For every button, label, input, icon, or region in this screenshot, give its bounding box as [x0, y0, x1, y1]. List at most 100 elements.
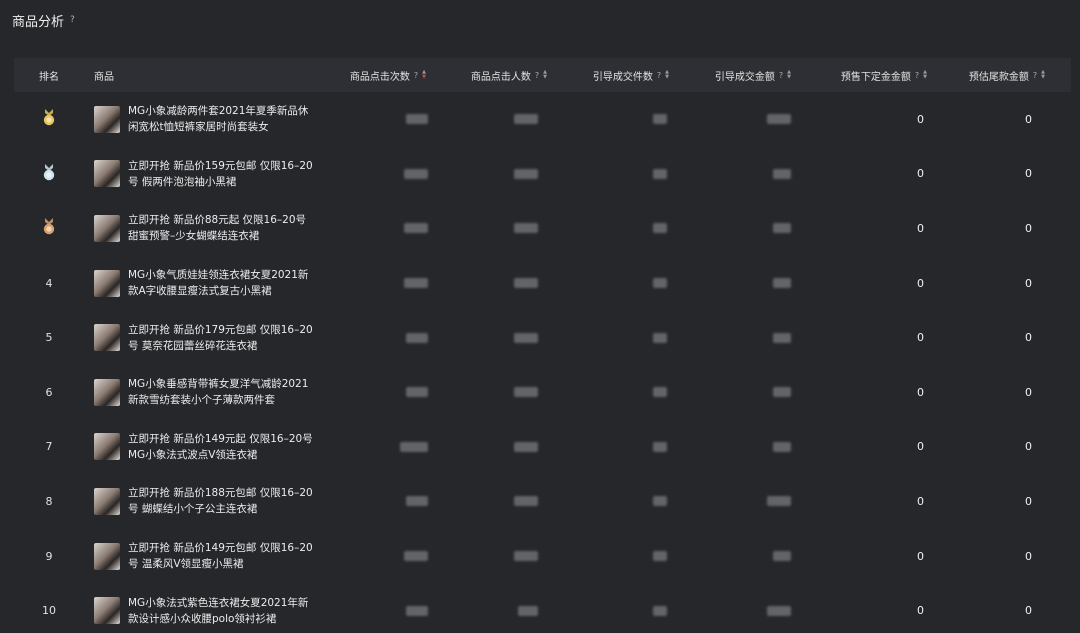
product-name[interactable]: MG小象减龄两件套2021年夏季新品休闲宽松t恤短裤家居时尚套装女 — [128, 103, 318, 135]
product-cell[interactable]: MG小象减龄两件套2021年夏季新品休闲宽松t恤短裤家居时尚套装女 — [84, 103, 322, 135]
product-cell[interactable]: MG小象气质娃娃领连衣裙女夏2021新款A字收腰显瘦法式复古小黑裙 — [84, 267, 322, 299]
blurred-value — [773, 332, 791, 343]
rank-cell: 6 — [14, 386, 84, 399]
product-name[interactable]: MG小象垂感背带裤女夏洋气减龄2021新款雪纺套装小个子薄款两件套 — [128, 376, 318, 408]
rank-cell — [14, 109, 84, 129]
product-name[interactable]: 立即开抢 新品价88元起 仅限16–20号 甜蜜预警–少女蝴蝶结连衣裙 — [128, 212, 318, 244]
col-product: 商品 — [94, 71, 114, 83]
balance-cell: 0 — [927, 604, 1057, 617]
clickers-cell — [426, 441, 547, 452]
clickers-cell — [426, 605, 547, 616]
table-row[interactable]: 5 立即开抢 新品价179元包邮 仅限16–20号 莫奈花园蕾丝碎花连衣裙 0 … — [14, 310, 1071, 365]
table-row[interactable]: 6 MG小象垂感背带裤女夏洋气减龄2021新款雪纺套装小个子薄款两件套 0 0 — [14, 365, 1071, 420]
page-header: 商品分析 ? — [12, 10, 75, 30]
table-row[interactable]: 9 立即开抢 新品价149元包邮 仅限16–20号 温柔风V领显瘦小黑裙 0 0 — [14, 529, 1071, 584]
presale-deposit-value: 0 — [917, 494, 924, 508]
product-cell[interactable]: 立即开抢 新品价179元包邮 仅限16–20号 莫奈花园蕾丝碎花连衣裙 — [84, 322, 322, 354]
gmv-cell — [669, 441, 791, 452]
blurred-value — [773, 441, 791, 452]
balance-value: 0 — [1025, 440, 1032, 454]
blurred-value — [514, 496, 538, 507]
product-thumbnail[interactable] — [94, 105, 120, 133]
table-row[interactable]: 8 立即开抢 新品价188元包邮 仅限16–20号 蝴蝶结小个子公主连衣裙 0 … — [14, 474, 1071, 529]
table-header: 排名 商品 商品点击次数 ? ▲ ▼ 商品点击人数 ? ▲ ▼ 引导成交件数 ? ▲… — [14, 58, 1071, 92]
table-row[interactable]: 4 MG小象气质娃娃领连衣裙女夏2021新款A字收腰显瘦法式复古小黑裙 0 0 — [14, 256, 1071, 311]
product-thumbnail[interactable] — [94, 433, 120, 461]
blurred-value — [404, 551, 428, 562]
col-clickers-label: 商品点击人数 — [470, 71, 531, 83]
product-name[interactable]: 立即开抢 新品价149元包邮 仅限16–20号 温柔风V领显瘦小黑裙 — [128, 540, 318, 572]
product-thumbnail[interactable] — [94, 597, 120, 625]
sort-icon[interactable]: ▲ ▼ — [1041, 70, 1045, 80]
col-orders-label: 引导成交件数 — [592, 71, 653, 83]
product-thumbnail[interactable] — [94, 160, 120, 188]
help-icon[interactable]: ? — [1033, 71, 1037, 80]
product-cell[interactable]: 立即开抢 新品价159元包邮 仅限16–20号 假两件泡泡袖小黑裙 — [84, 158, 322, 190]
table-row[interactable]: 7 立即开抢 新品价149元起 仅限16–20号 MG小象法式波点V领连衣裙 0… — [14, 420, 1071, 475]
product-cell[interactable]: 立即开抢 新品价88元起 仅限16–20号 甜蜜预警–少女蝴蝶结连衣裙 — [84, 212, 322, 244]
gmv-cell — [669, 496, 791, 507]
product-name[interactable]: 立即开抢 新品价179元包邮 仅限16–20号 莫奈花园蕾丝碎花连衣裙 — [128, 322, 318, 354]
product-name[interactable]: 立即开抢 新品价149元起 仅限16–20号 MG小象法式波点V领连衣裙 — [128, 431, 318, 463]
col-presale-deposit[interactable]: 预售下定金金额 ? ▲ ▼ — [791, 68, 927, 83]
presale-deposit-cell: 0 — [791, 167, 927, 180]
product-name[interactable]: MG小象气质娃娃领连衣裙女夏2021新款A字收腰显瘦法式复古小黑裙 — [128, 267, 318, 299]
help-icon[interactable]: ? — [779, 71, 783, 80]
gmv-cell — [669, 114, 791, 125]
clickers-cell — [426, 114, 547, 125]
blurred-value — [773, 278, 791, 289]
gmv-cell — [669, 551, 791, 562]
presale-deposit-value: 0 — [917, 331, 924, 345]
product-thumbnail[interactable] — [94, 542, 120, 570]
help-icon[interactable]: ? — [657, 71, 661, 80]
blurred-value — [653, 496, 667, 507]
col-orders[interactable]: 引导成交件数 ? ▲ ▼ — [547, 68, 669, 83]
product-name[interactable]: 立即开抢 新品价188元包邮 仅限16–20号 蝴蝶结小个子公主连衣裙 — [128, 485, 318, 517]
blurred-value — [653, 168, 667, 179]
presale-deposit-value: 0 — [917, 440, 924, 454]
blurred-value — [773, 223, 791, 234]
blurred-value — [514, 332, 538, 343]
help-icon[interactable]: ? — [70, 15, 75, 25]
blurred-value — [400, 441, 428, 452]
clicks-cell — [322, 605, 428, 616]
product-cell[interactable]: 立即开抢 新品价149元包邮 仅限16–20号 温柔风V领显瘦小黑裙 — [84, 540, 322, 572]
product-thumbnail[interactable] — [94, 487, 120, 515]
blurred-value — [653, 332, 667, 343]
help-icon[interactable]: ? — [535, 71, 539, 80]
orders-cell — [547, 496, 669, 507]
product-cell[interactable]: MG小象法式紫色连衣裙女夏2021年新款设计感小众收腰polo领衬衫裙 — [84, 595, 322, 627]
table-row[interactable]: 10 MG小象法式紫色连衣裙女夏2021年新款设计感小众收腰polo领衬衫裙 0… — [14, 583, 1071, 633]
product-name[interactable]: 立即开抢 新品价159元包邮 仅限16–20号 假两件泡泡袖小黑裙 — [128, 158, 318, 190]
presale-deposit-value: 0 — [917, 604, 924, 618]
rank-cell: 9 — [14, 550, 84, 563]
orders-cell — [547, 114, 669, 125]
presale-deposit-value: 0 — [917, 221, 924, 235]
orders-cell — [547, 168, 669, 179]
col-clickers[interactable]: 商品点击人数 ? ▲ ▼ — [426, 68, 547, 83]
col-clicks[interactable]: 商品点击次数 ? ▲ ▼ — [322, 68, 426, 83]
rank-number: 5 — [45, 331, 53, 345]
col-presale-deposit-label: 预售下定金金额 — [840, 71, 911, 83]
product-thumbnail[interactable] — [94, 214, 120, 242]
col-gmv[interactable]: 引导成交金额 ? ▲ ▼ — [669, 68, 791, 83]
product-name[interactable]: MG小象法式紫色连衣裙女夏2021年新款设计感小众收腰polo领衬衫裙 — [128, 595, 318, 627]
product-cell[interactable]: 立即开抢 新品价149元起 仅限16–20号 MG小象法式波点V领连衣裙 — [84, 431, 322, 463]
product-thumbnail[interactable] — [94, 269, 120, 297]
table-row[interactable]: 立即开抢 新品价159元包邮 仅限16–20号 假两件泡泡袖小黑裙 0 0 — [14, 147, 1071, 202]
col-balance[interactable]: 预估尾款金额 ? ▲ ▼ — [927, 68, 1057, 83]
product-cell[interactable]: 立即开抢 新品价188元包邮 仅限16–20号 蝴蝶结小个子公主连衣裙 — [84, 485, 322, 517]
col-clicks-label: 商品点击次数 — [349, 71, 410, 83]
help-icon[interactable]: ? — [915, 71, 919, 80]
table-row[interactable]: MG小象减龄两件套2021年夏季新品休闲宽松t恤短裤家居时尚套装女 0 0 — [14, 92, 1071, 147]
table-row[interactable]: 立即开抢 新品价88元起 仅限16–20号 甜蜜预警–少女蝴蝶结连衣裙 0 0 — [14, 201, 1071, 256]
page-title: 商品分析 — [12, 14, 65, 30]
product-thumbnail[interactable] — [94, 324, 120, 352]
blurred-value — [404, 223, 428, 234]
product-cell[interactable]: MG小象垂感背带裤女夏洋气减龄2021新款雪纺套装小个子薄款两件套 — [84, 376, 322, 408]
product-thumbnail[interactable] — [94, 378, 120, 406]
balance-cell: 0 — [927, 440, 1057, 453]
balance-value: 0 — [1025, 494, 1032, 508]
rank-cell: 10 — [14, 604, 84, 617]
help-icon[interactable]: ? — [414, 71, 418, 80]
